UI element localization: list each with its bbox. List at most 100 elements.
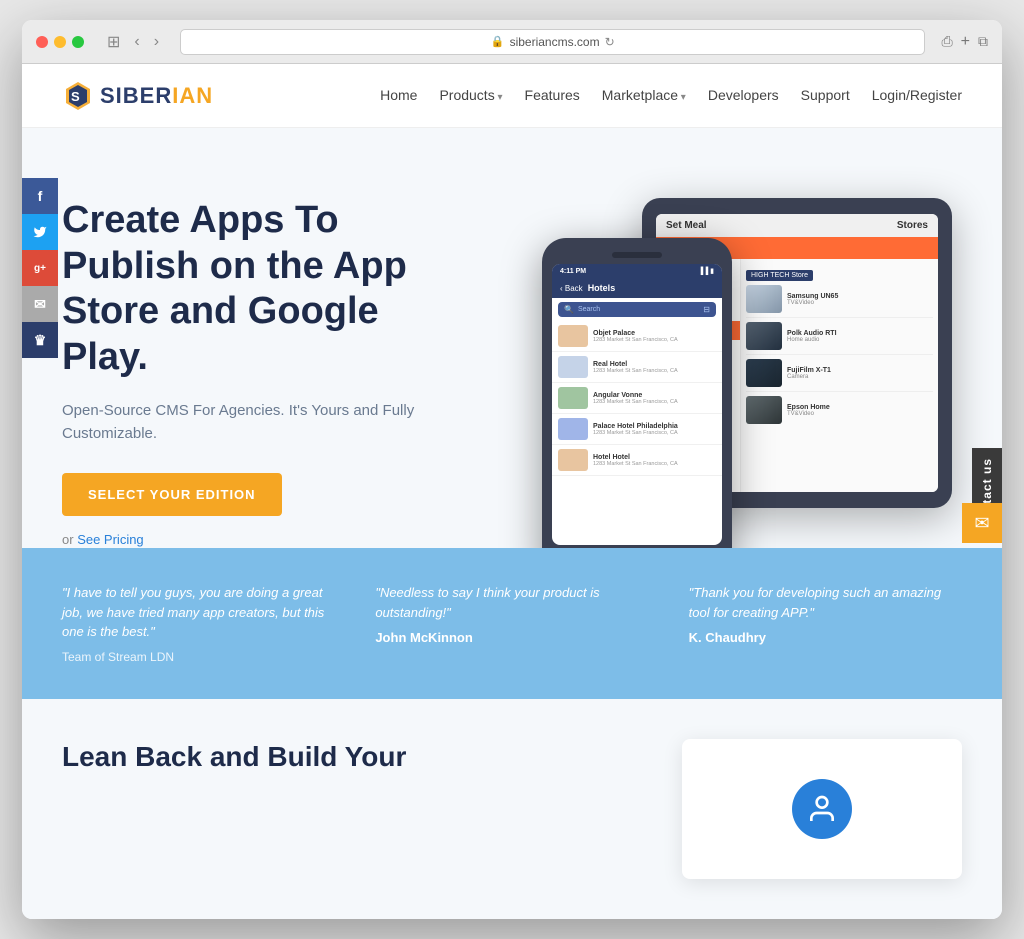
tablet-product-3: FujiFilm X-T1 Camera	[746, 359, 933, 392]
tablet-stores: Stores	[897, 220, 928, 231]
bottom-section: Lean Back and Build Your	[22, 699, 1002, 919]
nav-support-link[interactable]: Support	[801, 87, 850, 103]
back-button[interactable]: ‹	[129, 30, 144, 54]
share-icon[interactable]: ⎙	[941, 33, 952, 51]
hero-subtitle: Open-Source CMS For Agencies. It's Yours…	[62, 400, 442, 445]
phone-item-info-2: Real Hotel 1283 Market St San Francisco,…	[593, 361, 716, 374]
phone-back-button[interactable]: ‹ Back	[560, 284, 583, 293]
product-info-1: Samsung UN65 TV&Video	[787, 293, 933, 306]
logo-ian: IAN	[172, 83, 213, 108]
phone-item-info-1: Objet Palace 1283 Market St San Francisc…	[593, 330, 716, 343]
phone-list-item-5[interactable]: Hotel Hotel 1283 Market St San Francisco…	[552, 445, 722, 476]
nav-products[interactable]: Products	[439, 87, 502, 105]
phone-status-bar: 4:11 PM ▐▐ ▮	[552, 264, 722, 278]
phone-item-name-4: Palace Hotel Philadelphia	[593, 423, 716, 430]
logo-text: SIBERIAN	[100, 83, 213, 109]
reload-icon[interactable]: ↻	[605, 35, 615, 49]
nav-login[interactable]: Login/Register	[872, 87, 962, 105]
product-name-3: FujiFilm X-T1	[787, 367, 933, 374]
bottom-content: Lean Back and Build Your	[62, 739, 642, 879]
phone-header: ‹ Back Hotels	[552, 278, 722, 298]
testimonial-1: "I have to tell you guys, you are doing …	[62, 583, 335, 664]
mail-button[interactable]: ✉	[962, 503, 1002, 543]
product-name-4: Epson Home	[787, 404, 933, 411]
nav-products-link[interactable]: Products	[439, 87, 494, 103]
search-icon: 🔍	[564, 305, 574, 314]
nav-marketplace-link[interactable]: Marketplace	[602, 87, 678, 103]
product-info-2: Polk Audio RTI Home audio	[787, 330, 933, 343]
nav-features-link[interactable]: Features	[525, 87, 580, 103]
store-label: HIGH TECH Store	[746, 270, 813, 281]
phone-item-addr-5: 1283 Market St San Francisco, CA	[593, 461, 716, 467]
product-img-tv	[746, 396, 782, 424]
logo[interactable]: S SIBERIAN	[62, 80, 213, 112]
googleplus-button[interactable]: g+	[22, 250, 58, 286]
lock-icon: 🔒	[491, 35, 505, 48]
svg-text:S: S	[71, 89, 80, 104]
select-edition-button[interactable]: SELECT YOUR EDITION	[62, 473, 282, 516]
forward-button[interactable]: ›	[149, 30, 164, 54]
testimonial-author-3: K. Chaudhry	[689, 630, 962, 645]
testimonial-3: "Thank you for developing such an amazin…	[689, 583, 962, 664]
phone-item-img-2	[558, 356, 588, 378]
testimonial-text-3: "Thank you for developing such an amazin…	[689, 583, 962, 622]
phone-item-img-5	[558, 449, 588, 471]
phone-search-bar[interactable]: 🔍 Search ⊟	[558, 302, 716, 317]
bottom-icon	[792, 779, 852, 839]
minimize-button[interactable]	[54, 36, 66, 48]
nav-login-link[interactable]: Login/Register	[872, 87, 962, 103]
product-img-laptop	[746, 285, 782, 313]
product-name-1: Samsung UN65	[787, 293, 933, 300]
tablet-product-2: Polk Audio RTI Home audio	[746, 322, 933, 355]
or-text: or	[62, 532, 74, 547]
testimonial-text-2: "Needless to say I think your product is…	[375, 583, 648, 622]
product-cat-4: TV&Video	[787, 411, 933, 417]
navbar: S SIBERIAN Home Products Features Market…	[22, 64, 1002, 128]
browser-titlebar: ⊞ ‹ › 🔒 siberiancms.com ↻ ⎙ + ⧉	[22, 20, 1002, 64]
nav-developers[interactable]: Developers	[708, 87, 779, 105]
product-cat-2: Home audio	[787, 337, 933, 343]
maximize-button[interactable]	[72, 36, 84, 48]
product-cat-1: TV&Video	[787, 300, 933, 306]
nav-home[interactable]: Home	[380, 87, 417, 105]
see-pricing-link[interactable]: See Pricing	[77, 532, 143, 547]
nav-marketplace[interactable]: Marketplace	[602, 87, 686, 105]
product-name-2: Polk Audio RTI	[787, 330, 933, 337]
facebook-button[interactable]: f	[22, 178, 58, 214]
phone-item-addr-1: 1283 Market St San Francisco, CA	[593, 337, 716, 343]
copy-icon[interactable]: ⧉	[978, 33, 988, 51]
phone-list: Objet Palace 1283 Market St San Francisc…	[552, 321, 722, 545]
phone-item-img-1	[558, 325, 588, 347]
browser-actions: ⎙ + ⧉	[941, 33, 988, 51]
product-img-camera	[746, 359, 782, 387]
add-tab-icon[interactable]: +	[961, 33, 970, 51]
nav-features[interactable]: Features	[525, 87, 580, 105]
phone-notch	[612, 252, 662, 258]
phone-item-addr-2: 1283 Market St San Francisco, CA	[593, 368, 716, 374]
sidebar-toggle-button[interactable]: ⊞	[102, 30, 125, 54]
phone-item-img-3	[558, 387, 588, 409]
nav-home-link[interactable]: Home	[380, 87, 417, 103]
phone-item-info-5: Hotel Hotel 1283 Market St San Francisco…	[593, 454, 716, 467]
phone-item-info-3: Angular Vonne 1283 Market St San Francis…	[593, 392, 716, 405]
phone-list-item-2[interactable]: Real Hotel 1283 Market St San Francisco,…	[552, 352, 722, 383]
bottom-visual	[682, 739, 962, 879]
testimonial-text-1: "I have to tell you guys, you are doing …	[62, 583, 335, 642]
phone-item-name-2: Real Hotel	[593, 361, 716, 368]
phone-battery: ▐▐ ▮	[698, 267, 714, 275]
email-button[interactable]: ✉	[22, 286, 58, 322]
nav-support[interactable]: Support	[801, 87, 850, 105]
phone-list-item-3[interactable]: Angular Vonne 1283 Market St San Francis…	[552, 383, 722, 414]
phone-title: Hotels	[588, 283, 616, 293]
phone-list-item-1[interactable]: Objet Palace 1283 Market St San Francisc…	[552, 321, 722, 352]
tablet-product-4: Epson Home TV&Video	[746, 396, 933, 428]
crown-button[interactable]: ♛	[22, 322, 58, 358]
tablet-title: Set Meal	[666, 220, 707, 231]
twitter-button[interactable]	[22, 214, 58, 250]
nav-developers-link[interactable]: Developers	[708, 87, 779, 103]
address-bar[interactable]: 🔒 siberiancms.com ↻	[180, 29, 925, 55]
testimonial-2: "Needless to say I think your product is…	[375, 583, 648, 664]
phone-list-item-4[interactable]: Palace Hotel Philadelphia 1283 Market St…	[552, 414, 722, 445]
hero-title: Create Apps To Publish on the App Store …	[62, 198, 442, 380]
close-button[interactable]	[36, 36, 48, 48]
